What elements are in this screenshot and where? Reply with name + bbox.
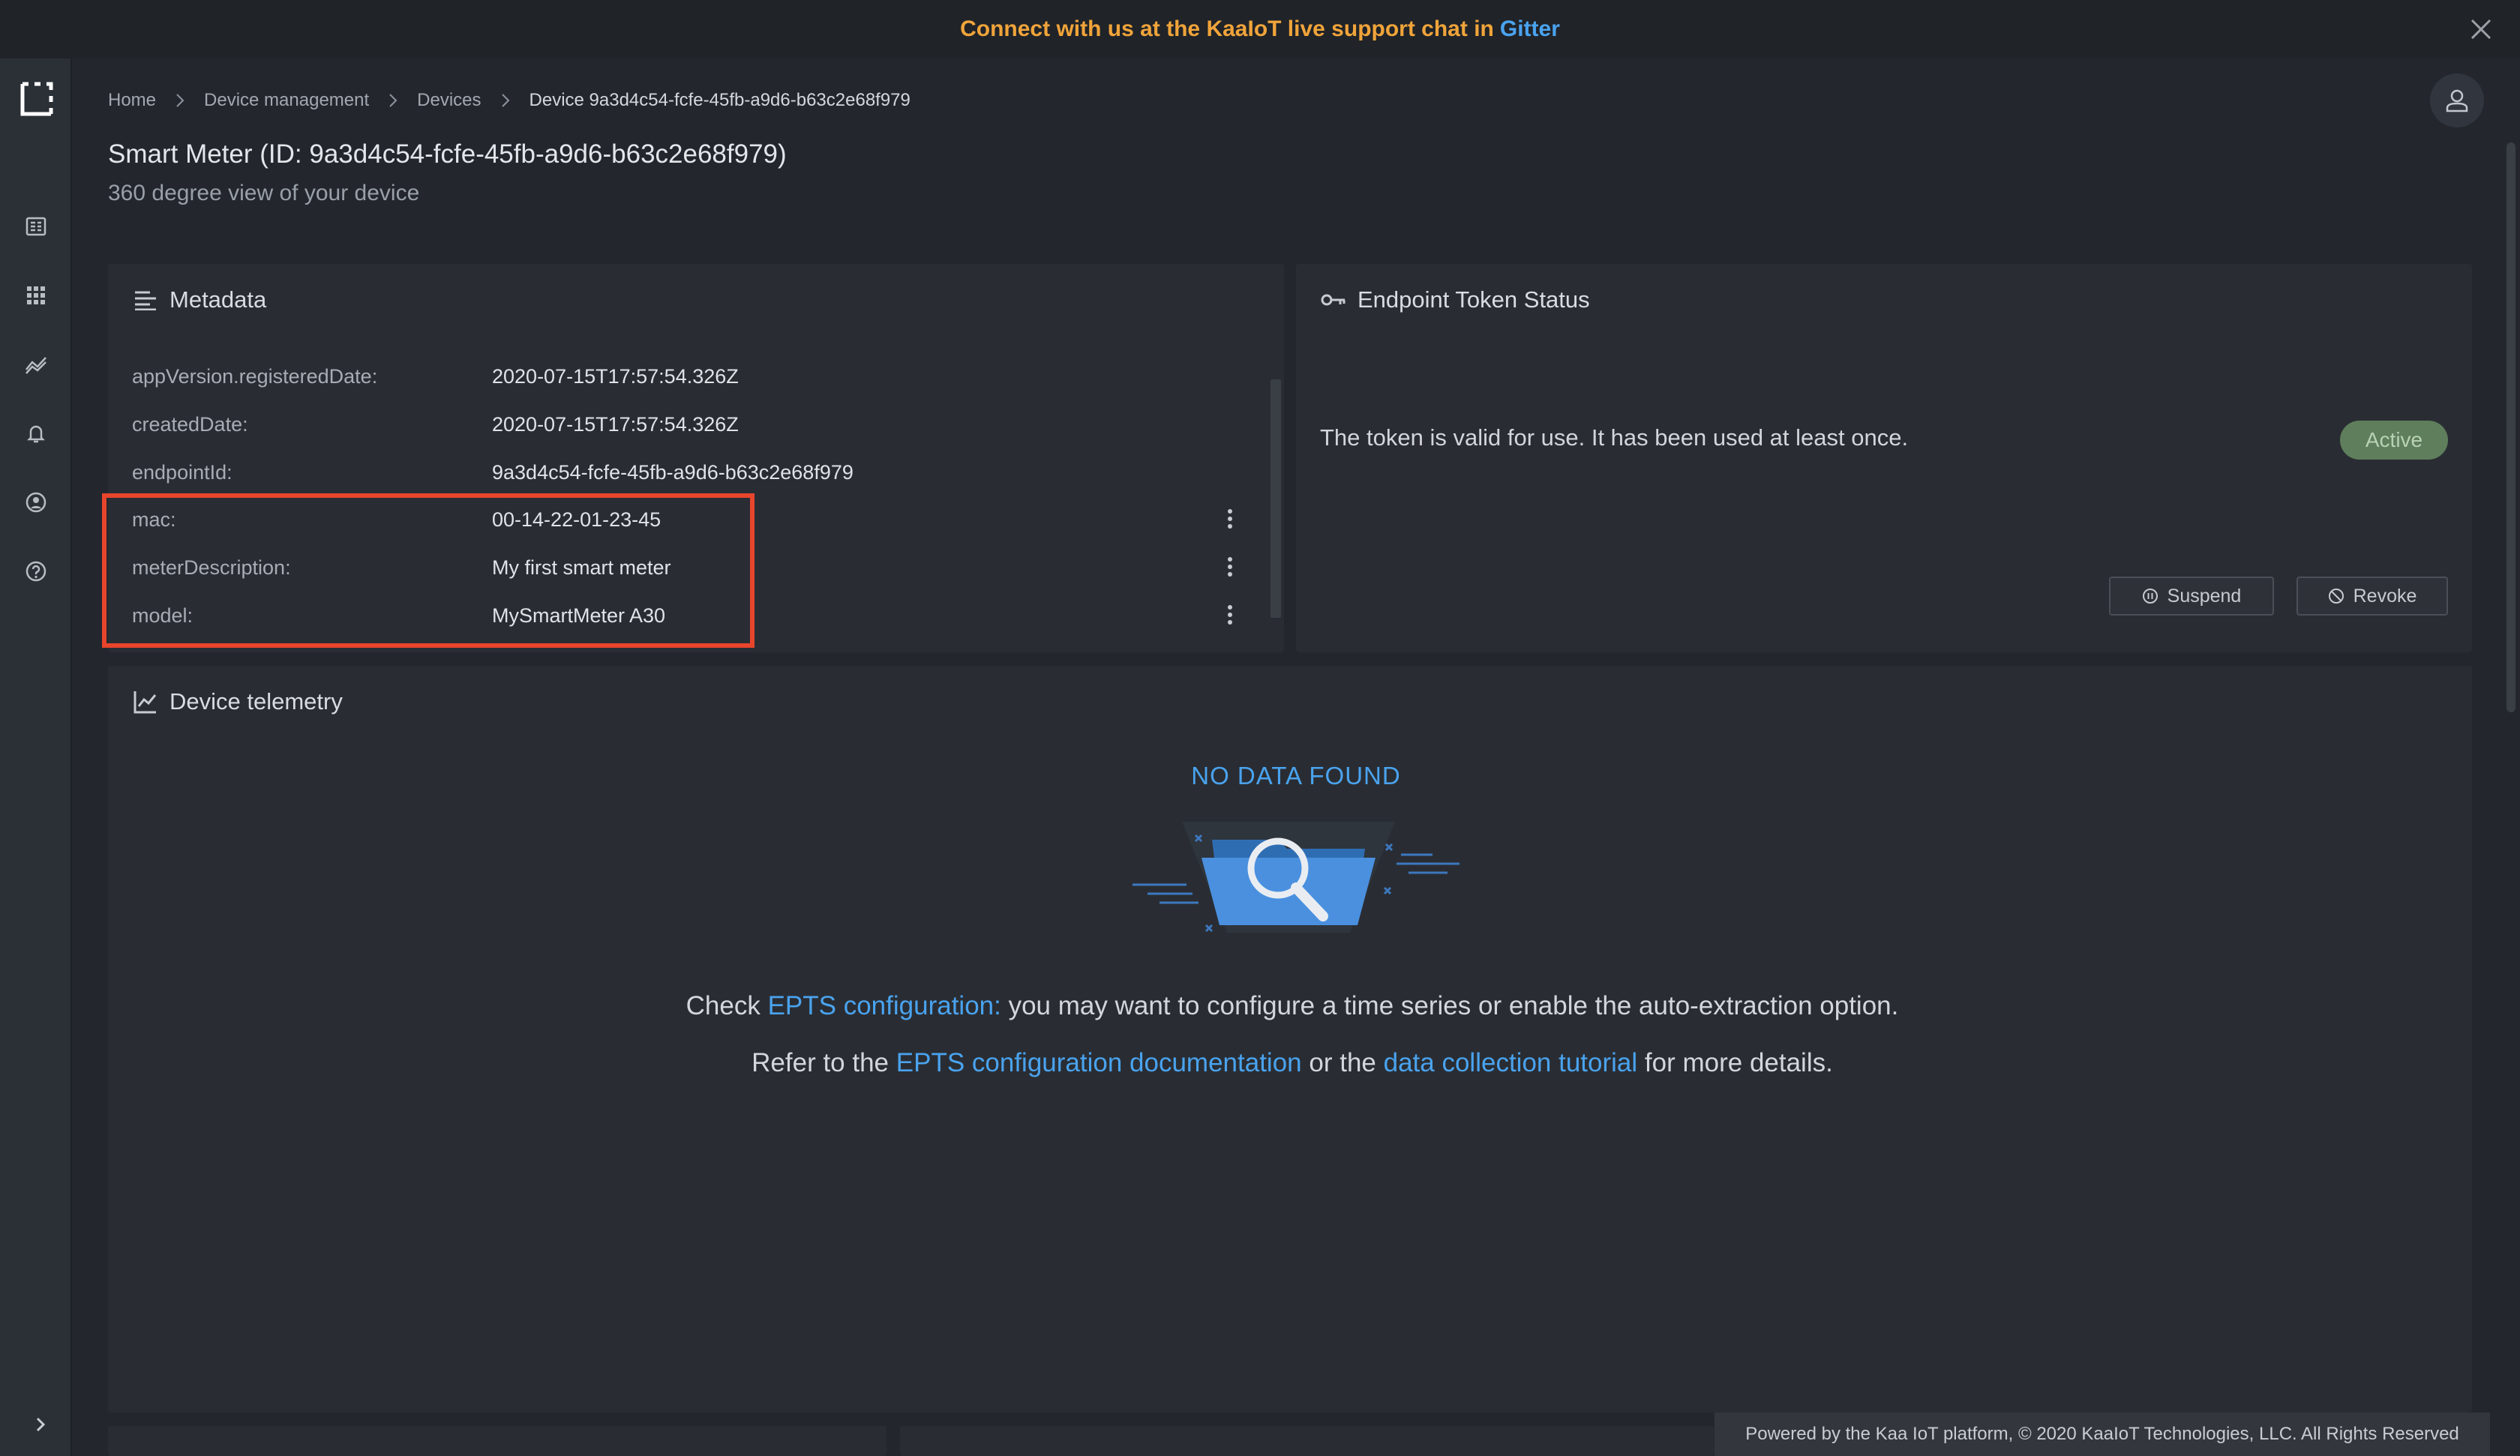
metadata-value: 2020-07-15T17:57:54.326Z	[492, 412, 739, 436]
help-icon	[26, 561, 46, 582]
chevron-right-icon	[387, 91, 399, 109]
user-menu-button[interactable]	[2430, 73, 2484, 127]
metadata-key: endpointId:	[132, 460, 232, 484]
sidebar-item-alerts[interactable]	[18, 415, 54, 451]
partial-widget-card	[900, 1426, 1714, 1456]
suspend-label: Suspend	[2167, 585, 2242, 607]
close-banner-button[interactable]	[2466, 14, 2496, 44]
list-icon	[132, 286, 159, 313]
metadata-key: appVersion.registeredDate:	[132, 364, 378, 388]
account-icon	[26, 492, 46, 513]
partial-widget-card	[108, 1426, 886, 1456]
hint-text: Refer to the	[752, 1048, 890, 1077]
metadata-key: createdDate:	[132, 412, 248, 436]
chevron-right-icon	[36, 1417, 46, 1432]
close-icon	[2470, 19, 2492, 40]
page-scrollbar[interactable]	[2506, 142, 2516, 712]
telemetry-card-title: Device telemetry	[132, 688, 343, 715]
sidebar-item-account[interactable]	[18, 484, 54, 520]
metadata-value: 9a3d4c54-fcfe-45fb-a9d6-b63c2e68f979	[492, 460, 854, 484]
metadata-row: endpointId: 9a3d4c54-fcfe-45fb-a9d6-b63c…	[132, 450, 1257, 495]
epts-configuration-link[interactable]: EPTS configuration:	[768, 991, 1001, 1020]
row-menu-button[interactable]	[1215, 549, 1245, 585]
chevron-right-icon	[500, 91, 512, 109]
metadata-title-text: Metadata	[170, 286, 267, 313]
hint-text: you may want to configure a time series …	[1008, 991, 1899, 1020]
sidebar-item-analytics[interactable]	[18, 346, 54, 382]
gitter-link[interactable]: Gitter	[1500, 16, 1560, 42]
footer: Powered by the Kaa IoT platform, © 2020 …	[1714, 1413, 2490, 1456]
metadata-value: 2020-07-15T17:57:54.326Z	[492, 364, 739, 388]
hint-text: for more details.	[1644, 1048, 1833, 1077]
sidebar-item-help[interactable]	[18, 553, 54, 589]
sidebar	[0, 58, 72, 1456]
chevron-right-icon	[174, 91, 186, 109]
banner-text: Connect with us at the KaaIoT live suppo…	[960, 16, 1494, 41]
token-description: The token is valid for use. It has been …	[1320, 424, 1909, 451]
sidebar-item-dashboards[interactable]	[18, 208, 54, 244]
page-subtitle: 360 degree view of your device	[108, 181, 420, 205]
row-menu-button[interactable]	[1215, 597, 1245, 633]
page-title: Smart Meter (ID: 9a3d4c54-fcfe-45fb-a9d6…	[108, 139, 787, 169]
highlight-box	[102, 493, 754, 648]
breadcrumb-current-device: Device 9a3d4c54-fcfe-45fb-a9d6-b63c2e68f…	[529, 90, 910, 110]
line-chart-icon	[132, 688, 159, 715]
no-data-folder-illustration	[1132, 822, 1460, 933]
breadcrumb: Home Device management Devices Device 9a…	[108, 87, 910, 114]
breadcrumb-device-management[interactable]: Device management	[204, 90, 369, 111]
breadcrumb-home[interactable]: Home	[108, 90, 156, 111]
token-card-title: Endpoint Token Status	[1320, 286, 1590, 313]
metadata-card-title: Metadata	[132, 286, 266, 313]
pause-circle-icon	[2142, 588, 2158, 604]
token-status-card	[1296, 264, 2472, 652]
epts-docs-link[interactable]: EPTS configuration documentation	[896, 1048, 1302, 1077]
row-menu-button[interactable]	[1215, 501, 1245, 537]
metadata-scrollbar[interactable]	[1270, 379, 1281, 618]
hint-text: Check	[686, 991, 760, 1020]
telemetry-title-text: Device telemetry	[170, 688, 343, 715]
revoke-button[interactable]: Revoke	[2296, 577, 2448, 616]
block-icon	[2328, 588, 2344, 604]
user-icon	[2446, 89, 2468, 112]
dashboard-icon	[26, 217, 46, 236]
telemetry-hint-line-1: Check EPTS configuration: you may want t…	[0, 991, 2520, 1021]
more-vertical-icon	[1228, 509, 1232, 529]
metadata-row: appVersion.registeredDate: 2020-07-15T17…	[132, 354, 1257, 399]
token-title-text: Endpoint Token Status	[1358, 286, 1590, 313]
kaa-logo-icon[interactable]	[18, 81, 54, 117]
more-vertical-icon	[1228, 605, 1232, 625]
analytics-icon	[26, 357, 46, 374]
status-badge: Active	[2340, 421, 2448, 460]
sidebar-item-applications[interactable]	[18, 277, 54, 313]
breadcrumb-devices[interactable]: Devices	[417, 90, 481, 111]
bell-icon	[26, 425, 46, 443]
apps-grid-icon	[27, 286, 45, 304]
expand-sidebar-button[interactable]	[26, 1410, 56, 1440]
revoke-label: Revoke	[2353, 585, 2417, 607]
suspend-button[interactable]: Suspend	[2109, 577, 2274, 616]
telemetry-hint-line-2: Refer to the EPTS configuration document…	[0, 1048, 2520, 1078]
no-data-label: NO DATA FOUND	[1191, 762, 1401, 789]
hint-text: or the	[1309, 1048, 1376, 1077]
key-icon	[1320, 286, 1347, 313]
data-collection-tutorial-link[interactable]: data collection tutorial	[1384, 1048, 1638, 1077]
support-banner: Connect with us at the KaaIoT live suppo…	[0, 0, 2520, 58]
metadata-row: createdDate: 2020-07-15T17:57:54.326Z	[132, 402, 1257, 447]
more-vertical-icon	[1228, 557, 1232, 577]
